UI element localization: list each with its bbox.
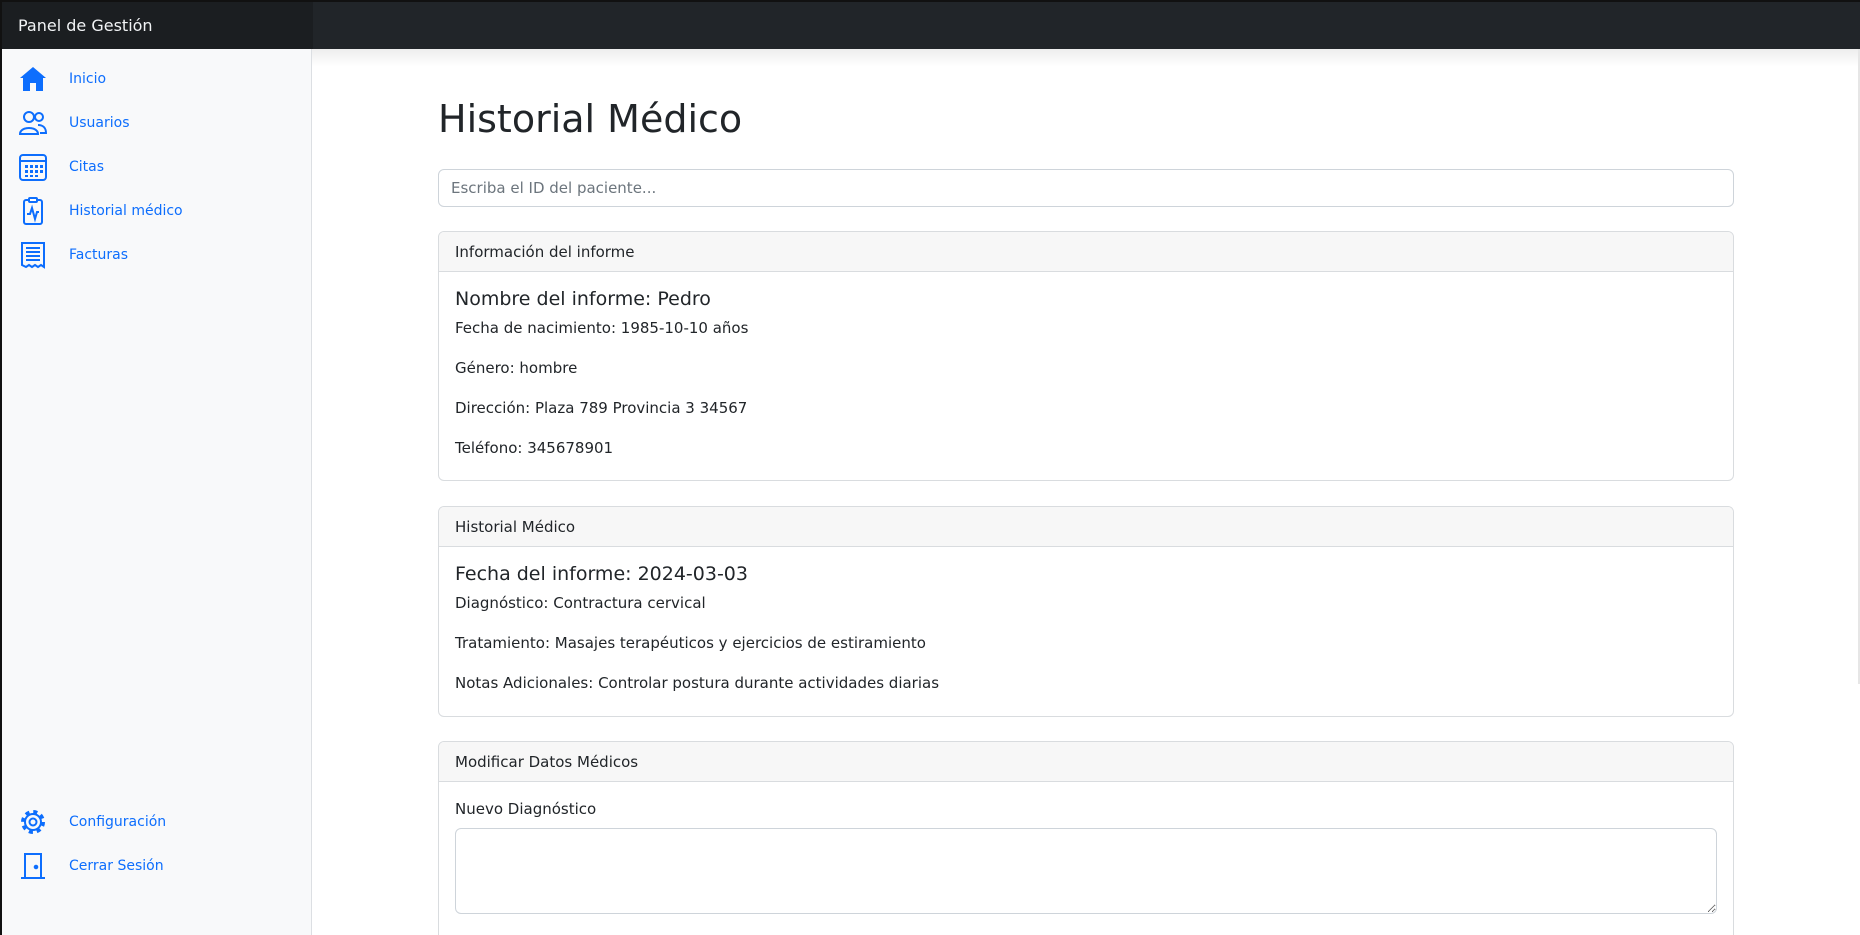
sidebar: Inicio Usuarios Citas Historial médico F… [0, 49, 312, 935]
brand-title[interactable]: Panel de Gestión [2, 2, 313, 49]
card-title: Fecha del informe: 2024-03-03 [455, 563, 748, 585]
report-info-card: Información del informe Nombre del infor… [438, 231, 1734, 481]
new-diagnosis-textarea[interactable] [455, 828, 1717, 914]
page-title: Historial Médico [438, 97, 743, 141]
sidebar-item-label: Usuarios [69, 115, 130, 131]
new-diagnosis-label: Nuevo Diagnóstico [455, 800, 597, 818]
top-navbar: Panel de Gestión [0, 0, 1860, 49]
users-icon [18, 108, 48, 138]
address-text: Dirección: Plaza 789 Provincia 3 34567 [455, 399, 748, 417]
gear-icon [18, 807, 48, 837]
sidebar-item-configuracion[interactable]: Configuración [18, 804, 166, 840]
card-header: Historial Médico [439, 507, 1733, 547]
clipboard-pulse-icon [18, 196, 48, 226]
house-icon [18, 64, 48, 94]
sidebar-item-label: Configuración [69, 814, 167, 830]
sidebar-item-label: Inicio [69, 71, 107, 87]
notes-text: Notas Adicionales: Controlar postura dur… [455, 674, 940, 692]
card-header: Información del informe [439, 232, 1733, 272]
phone-text: Teléfono: 345678901 [455, 439, 614, 457]
door-icon [18, 851, 48, 881]
gender-text: Género: hombre [455, 359, 578, 377]
sidebar-item-cerrar-sesion[interactable]: Cerrar Sesión [18, 848, 164, 884]
calendar-icon [18, 152, 48, 182]
medical-history-card: Historial Médico Fecha del informe: 2024… [438, 506, 1734, 717]
sidebar-item-label: Cerrar Sesión [69, 858, 164, 874]
sidebar-item-label: Historial médico [69, 203, 183, 219]
diagnosis-text: Diagnóstico: Contractura cervical [455, 594, 706, 612]
sidebar-item-citas[interactable]: Citas [18, 149, 104, 185]
sidebar-item-facturas[interactable]: Facturas [18, 237, 128, 273]
sidebar-item-usuarios[interactable]: Usuarios [18, 105, 130, 141]
birth-date-text: Fecha de nacimiento: 1985-10-10 años [455, 319, 749, 337]
card-title: Nombre del informe: Pedro [455, 288, 711, 310]
sidebar-item-label: Facturas [69, 247, 129, 263]
card-header: Modificar Datos Médicos [439, 742, 1733, 782]
sidebar-item-label: Citas [69, 159, 105, 175]
receipt-icon [18, 240, 48, 270]
sidebar-item-inicio[interactable]: Inicio [18, 61, 106, 97]
navbar-shadow [311, 49, 1860, 67]
modify-medical-data-card: Modificar Datos Médicos Nuevo Diagnóstic… [438, 741, 1734, 935]
patient-id-search-input[interactable] [438, 169, 1734, 207]
sidebar-item-historial[interactable]: Historial médico [18, 193, 183, 229]
treatment-text: Tratamiento: Masajes terapéuticos y ejer… [455, 634, 926, 652]
